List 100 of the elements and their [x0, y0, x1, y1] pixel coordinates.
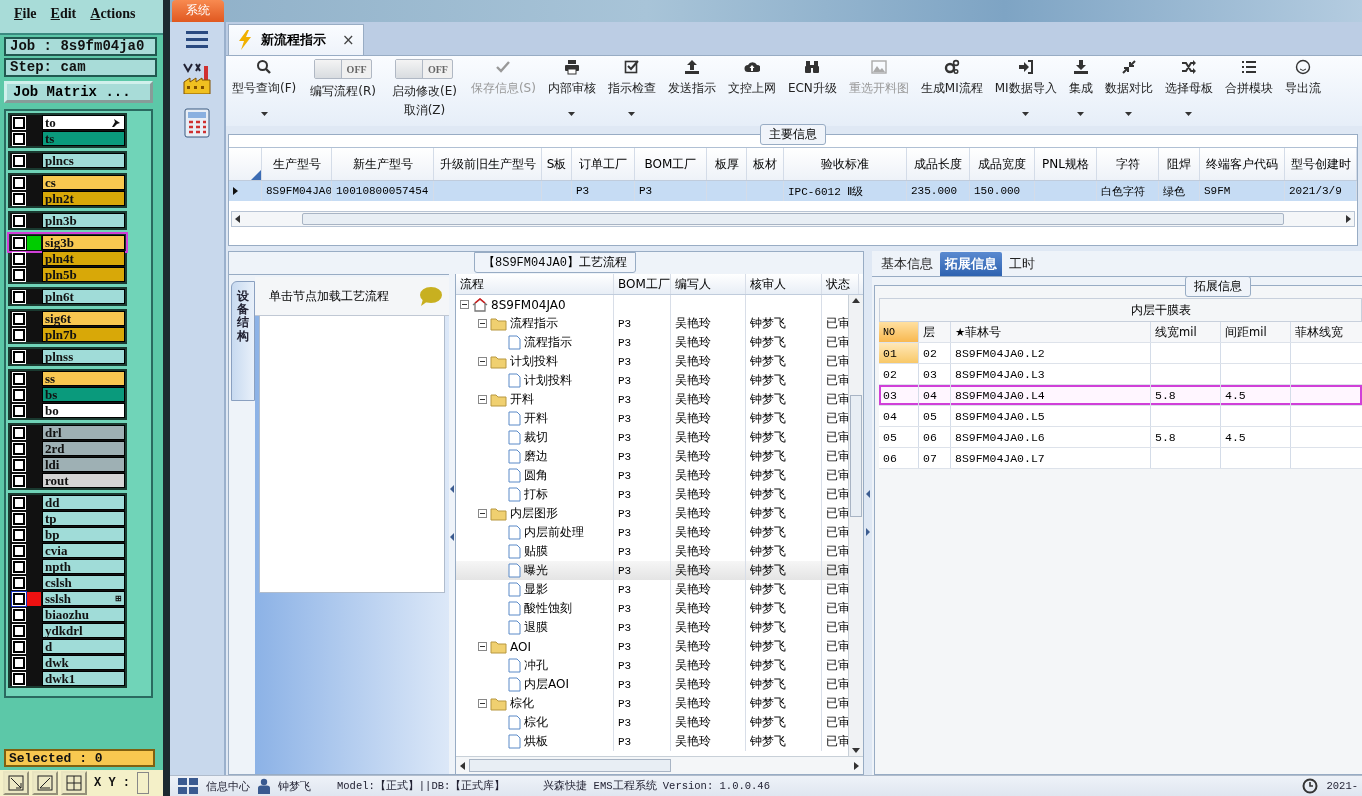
- column-header[interactable]: 状态: [822, 274, 859, 294]
- calculator-icon[interactable]: [184, 108, 210, 138]
- layer-checkbox[interactable]: [13, 560, 25, 573]
- menu-item[interactable]: Actions: [90, 6, 136, 33]
- column-header[interactable]: 成品宽度: [970, 148, 1035, 180]
- collapse-icon[interactable]: [460, 300, 469, 309]
- menu-item[interactable]: Edit: [50, 6, 77, 33]
- layer-name[interactable]: dwk: [42, 655, 125, 670]
- layer-name[interactable]: cvia: [42, 543, 125, 558]
- toolbar-button[interactable]: ECN升级: [781, 59, 843, 121]
- column-header[interactable]: 终端客户代码: [1200, 148, 1285, 180]
- column-header[interactable]: 升级前旧生产型号: [434, 148, 542, 180]
- layer-checkbox[interactable]: [13, 214, 25, 227]
- column-header[interactable]: 菲林线宽: [1291, 322, 1362, 342]
- layer-checkbox[interactable]: [13, 132, 25, 145]
- layer-checkbox[interactable]: [13, 672, 25, 685]
- collapse-icon[interactable]: [478, 699, 487, 708]
- toolbar-button[interactable]: 发送指示: [661, 59, 722, 121]
- layer-checkbox[interactable]: [13, 656, 25, 669]
- column-header[interactable]: 字符: [1097, 148, 1159, 180]
- layer-checkbox[interactable]: [13, 252, 25, 265]
- layer-checkbox[interactable]: [13, 154, 25, 167]
- column-header[interactable]: 订单工厂: [572, 148, 635, 180]
- collapse-left-icon[interactable]: [866, 490, 870, 498]
- layer-checkbox[interactable]: [13, 624, 25, 637]
- column-header[interactable]: 型号创建时: [1285, 148, 1357, 180]
- horizontal-scrollbar[interactable]: [231, 211, 1355, 227]
- job-matrix-button[interactable]: Job Matrix ...: [4, 81, 153, 103]
- info-center-link[interactable]: 信息中心: [206, 778, 250, 794]
- column-header[interactable]: 成品长度: [907, 148, 970, 180]
- layer-checkbox[interactable]: [13, 328, 25, 341]
- column-header[interactable]: 编写人: [671, 274, 746, 294]
- scrollbar-thumb[interactable]: [850, 394, 862, 517]
- toolbar-button[interactable]: 型号查询(F): [226, 59, 303, 121]
- column-header[interactable]: 板材: [747, 148, 784, 180]
- tool-button[interactable]: [61, 771, 87, 795]
- column-header[interactable]: 生产型号: [262, 148, 332, 180]
- toolbar-button[interactable]: MI数据导入: [988, 59, 1063, 121]
- layer-name[interactable]: to: [42, 115, 125, 130]
- column-header[interactable]: BOM工厂: [614, 274, 671, 294]
- tool-button[interactable]: [3, 771, 29, 795]
- column-header[interactable]: BOM工厂: [635, 148, 707, 180]
- layer-name[interactable]: cslsh: [42, 575, 125, 590]
- toolbar-button[interactable]: 内部审核: [541, 59, 602, 121]
- layer-checkbox[interactable]: [13, 192, 25, 205]
- column-header[interactable]: ★菲林号: [951, 322, 1151, 342]
- layer-name[interactable]: ydkdrl: [42, 623, 125, 638]
- layer-name[interactable]: 2rd: [42, 441, 125, 456]
- collapse-right-icon[interactable]: [866, 528, 870, 536]
- document-tab[interactable]: 新流程指示 ×: [228, 24, 364, 55]
- layer-checkbox[interactable]: [13, 474, 25, 487]
- layer-checkbox[interactable]: [13, 268, 25, 281]
- layer-checkbox[interactable]: [13, 528, 25, 541]
- menu-item[interactable]: File: [14, 6, 37, 33]
- column-header[interactable]: 层: [919, 322, 951, 342]
- layer-name[interactable]: sig3b: [42, 235, 125, 250]
- column-header[interactable]: PNL规格: [1035, 148, 1097, 180]
- layer-name[interactable]: plnss: [42, 349, 125, 364]
- layer-name[interactable]: ldi: [42, 457, 125, 472]
- scrollbar-thumb[interactable]: [468, 759, 671, 772]
- column-header[interactable]: NO: [879, 322, 919, 342]
- menu-icon[interactable]: [186, 30, 208, 48]
- layer-checkbox[interactable]: [13, 458, 25, 471]
- coordinate-field[interactable]: [137, 772, 149, 794]
- layer-name[interactable]: pln3b: [42, 213, 125, 228]
- layer-checkbox[interactable]: [13, 496, 25, 509]
- layer-checkbox[interactable]: [13, 512, 25, 525]
- horizontal-scrollbar[interactable]: [456, 756, 863, 774]
- toolbar-button[interactable]: 集成: [1062, 59, 1099, 121]
- layer-checkbox[interactable]: [13, 372, 25, 385]
- factory-icon[interactable]: [182, 62, 212, 94]
- layer-checkbox[interactable]: [13, 116, 25, 129]
- layer-name[interactable]: d: [42, 639, 125, 654]
- tool-button[interactable]: [32, 771, 58, 795]
- layer-name[interactable]: dwk1: [42, 671, 125, 686]
- column-header[interactable]: 核审人: [746, 274, 822, 294]
- layer-name[interactable]: pln7b: [42, 327, 125, 342]
- tab[interactable]: 基本信息: [876, 252, 938, 276]
- layer-name[interactable]: pln4t: [42, 251, 125, 266]
- layer-name[interactable]: dd: [42, 495, 125, 510]
- layer-checkbox[interactable]: [13, 576, 25, 589]
- expand-icon[interactable]: ⊞: [115, 591, 124, 606]
- column-header[interactable]: 线宽mil: [1151, 322, 1221, 342]
- collapse-icon[interactable]: [478, 642, 487, 651]
- column-header[interactable]: 新生产型号: [332, 148, 434, 180]
- layer-checkbox[interactable]: [13, 236, 25, 249]
- column-header[interactable]: 阻焊: [1159, 148, 1200, 180]
- column-header[interactable]: S板: [542, 148, 572, 180]
- layer-name[interactable]: rout: [42, 473, 125, 488]
- column-header[interactable]: 流程: [456, 274, 614, 294]
- layer-checkbox[interactable]: [13, 544, 25, 557]
- vertical-scrollbar[interactable]: [848, 295, 863, 756]
- toolbar-button[interactable]: 生成MI流程: [914, 59, 989, 121]
- close-icon[interactable]: ×: [342, 31, 355, 49]
- vertical-tab[interactable]: 设备结构: [231, 281, 255, 401]
- layer-checkbox[interactable]: [13, 350, 25, 363]
- toolbar-button[interactable]: 合拼模块: [1218, 59, 1279, 121]
- collapse-icon[interactable]: [478, 319, 487, 328]
- layer-name[interactable]: cs: [42, 175, 125, 190]
- layer-checkbox[interactable]: [13, 442, 25, 455]
